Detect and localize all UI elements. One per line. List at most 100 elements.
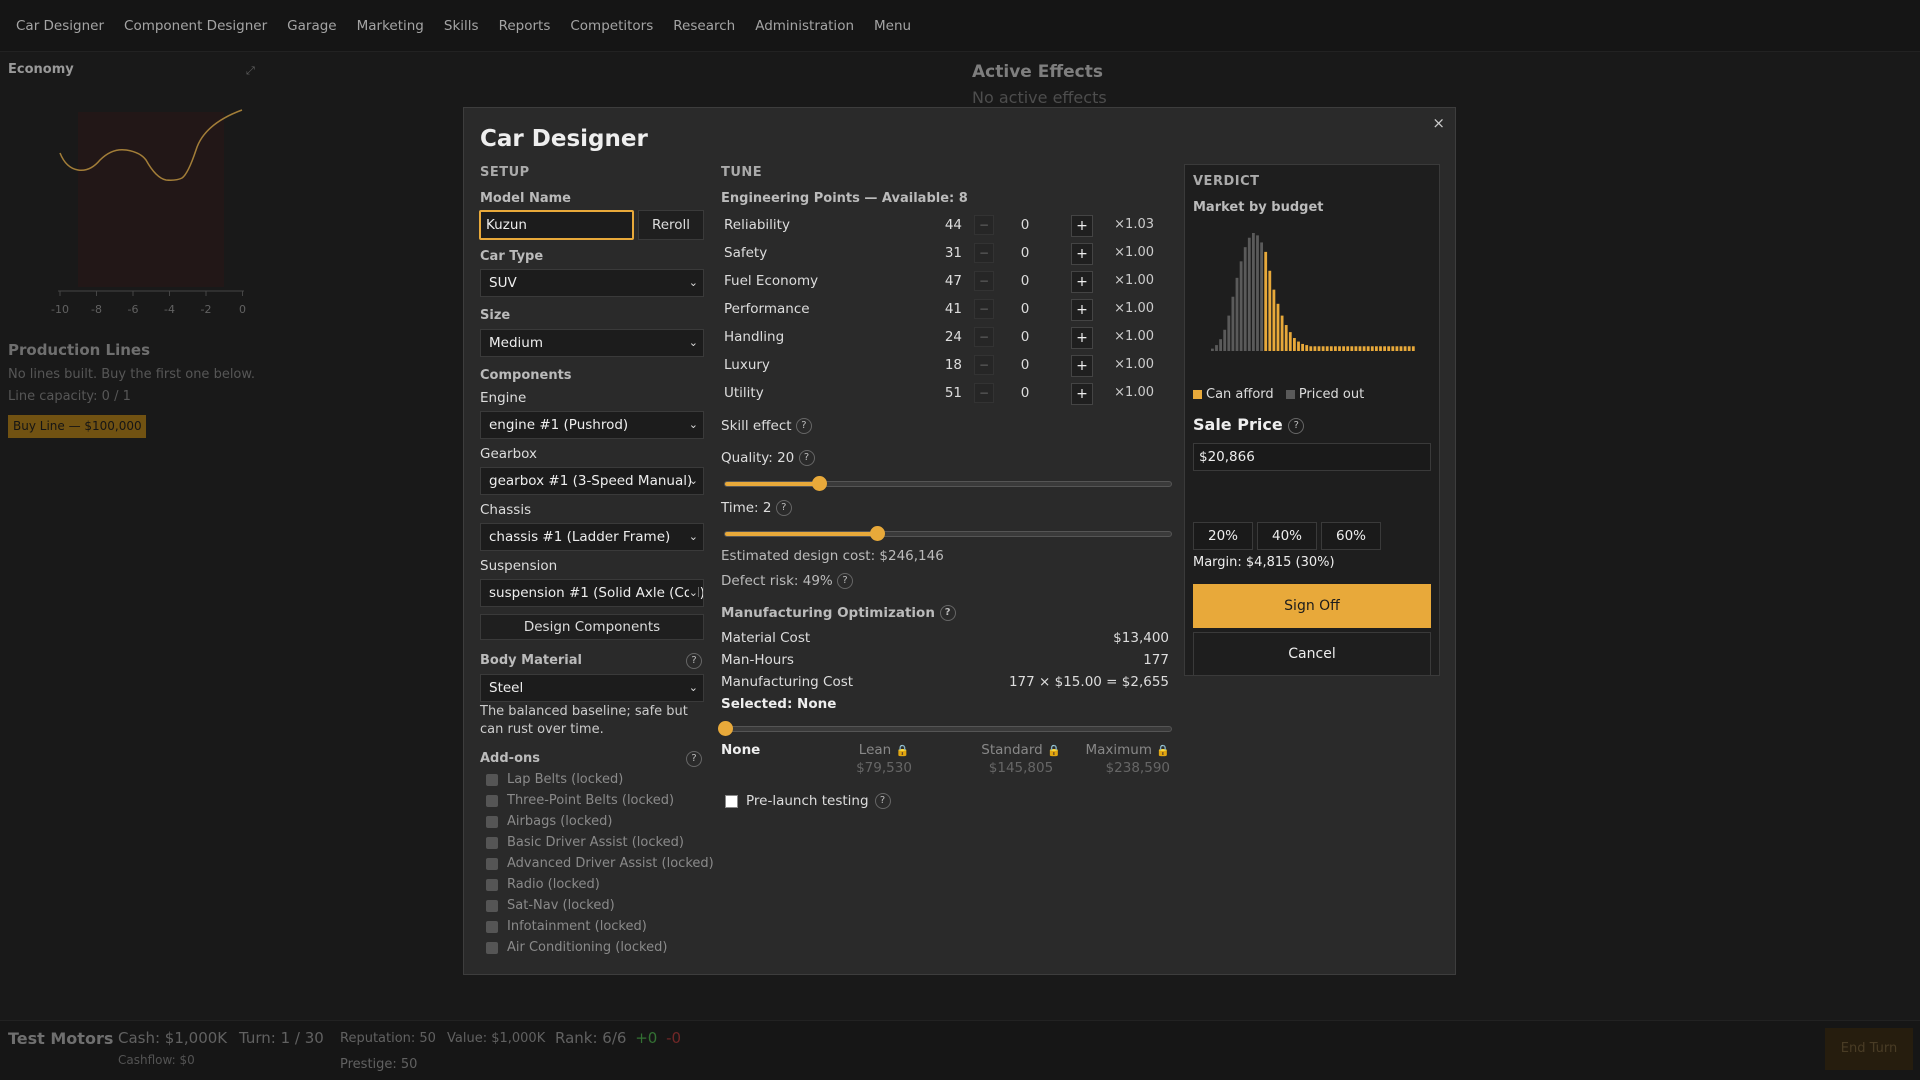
quality-slider[interactable] (724, 476, 1172, 491)
close-icon[interactable]: × (1432, 114, 1445, 132)
decrease-button[interactable]: − (974, 271, 994, 291)
increase-button[interactable]: + (1071, 383, 1093, 405)
x-tick-label: -2 (201, 303, 212, 316)
histogram-bar (1334, 346, 1337, 351)
nav-marketing[interactable]: Marketing (357, 18, 424, 34)
body-material-select[interactable]: Steel ⌄ (480, 674, 704, 702)
increase-button[interactable]: + (1071, 271, 1093, 293)
opt-none[interactable]: None (721, 742, 760, 758)
skill-effect-label: Skill effect ? (721, 418, 812, 434)
buy-line-button[interactable]: Buy Line — $100,000 (8, 415, 146, 438)
engine-select[interactable]: engine #1 (Pushrod) ⌄ (480, 411, 704, 439)
nav-component-designer[interactable]: Component Designer (124, 18, 267, 34)
end-turn-button[interactable]: End Turn (1825, 1028, 1913, 1070)
x-tick-label: -6 (128, 303, 139, 316)
stat-row-luxury: Luxury 18− 0 + ×1.00 (724, 355, 1154, 377)
increase-button[interactable]: + (1071, 215, 1093, 237)
increase-button[interactable]: + (1071, 299, 1093, 321)
prelaunch-checkbox[interactable] (725, 794, 738, 808)
histogram-bar (1379, 346, 1382, 351)
nav-car-designer[interactable]: Car Designer (16, 18, 104, 34)
histogram-bar (1223, 329, 1227, 351)
addon-label: Airbags (locked) (507, 814, 613, 829)
opt-standard[interactable]: Standard 🔒 (971, 742, 1071, 758)
addon-checkbox (486, 920, 498, 933)
nav-skills[interactable]: Skills (444, 18, 479, 34)
margin-40-button[interactable]: 40% (1257, 522, 1317, 550)
margin-20-button[interactable]: 20% (1193, 522, 1253, 550)
reroll-button[interactable]: Reroll (638, 210, 704, 240)
histogram-bar (1305, 345, 1309, 351)
opt-lean[interactable]: Lean 🔒 (844, 742, 924, 758)
stat-row-safety: Safety 31− 0 + ×1.00 (724, 243, 1154, 265)
x-tick-label: 0 (239, 303, 246, 316)
help-icon[interactable]: ? (1288, 417, 1305, 434)
chevron-down-icon: ⌄ (688, 418, 698, 431)
mfg-heading: Manufacturing Optimization ? (721, 605, 956, 621)
material-cost-label: Material Cost (721, 630, 811, 646)
help-icon[interactable]: ? (837, 573, 854, 589)
chevron-down-icon: ⌄ (688, 580, 698, 606)
nav-garage[interactable]: Garage (287, 18, 336, 34)
skill-effect-text: Skill effect (721, 418, 792, 434)
help-icon[interactable]: ? (939, 605, 956, 621)
nav-administration[interactable]: Administration (755, 18, 854, 34)
decrease-button[interactable]: − (974, 243, 994, 263)
help-icon[interactable]: ? (686, 751, 702, 767)
opt-maximum[interactable]: Maximum 🔒 (1064, 742, 1170, 758)
mfg-cost-label: Manufacturing Cost (721, 674, 854, 690)
stat-value: 47 (944, 273, 962, 289)
car-type-select[interactable]: SUV ⌄ (480, 269, 704, 297)
histogram-bar (1383, 346, 1386, 351)
optimization-slider[interactable] (718, 721, 1172, 736)
engine-label: Engine (480, 390, 527, 406)
stat-multiplier: ×1.00 (1114, 273, 1154, 288)
gearbox-select[interactable]: gearbox #1 (3-Speed Manual) ⌄ (480, 467, 704, 495)
size-select[interactable]: Medium ⌄ (480, 329, 704, 357)
nav-competitors[interactable]: Competitors (570, 18, 653, 34)
increase-button[interactable]: + (1071, 327, 1093, 349)
help-icon[interactable]: ? (686, 653, 702, 669)
time-thumb[interactable] (869, 526, 885, 541)
margin-60-button[interactable]: 60% (1321, 522, 1381, 550)
expand-icon[interactable]: ⤢ (246, 64, 258, 77)
mfg-cost-value: 177 × $15.00 = $2,655 (1008, 674, 1169, 690)
addon-checkbox (486, 857, 498, 870)
optimization-thumb[interactable] (718, 721, 733, 736)
turn: Turn: 1 / 30 (239, 1029, 324, 1047)
stat-points: 0 (1020, 329, 1030, 345)
components-label: Components (480, 368, 572, 383)
increase-button[interactable]: + (1071, 243, 1093, 265)
gearbox-label: Gearbox (480, 446, 537, 462)
cancel-button[interactable]: Cancel (1193, 632, 1431, 676)
help-icon[interactable]: ? (775, 500, 792, 516)
prelaunch-row: Pre-launch testing ? (725, 793, 891, 809)
help-icon[interactable]: ? (874, 793, 891, 809)
chassis-select[interactable]: chassis #1 (Ladder Frame) ⌄ (480, 523, 704, 551)
sale-price-input[interactable]: $20,866 (1193, 443, 1431, 471)
help-icon[interactable]: ? (798, 450, 815, 466)
nav-menu[interactable]: Menu (874, 18, 911, 34)
engine-value: engine #1 (Pushrod) (489, 417, 629, 433)
stat-row-reliability: Reliability 44− 0 + ×1.03 (724, 215, 1154, 237)
time-slider[interactable] (724, 526, 1172, 541)
decrease-button[interactable]: − (974, 327, 994, 347)
model-name-input[interactable]: Kuzun (479, 210, 634, 240)
help-icon[interactable]: ? (795, 418, 812, 434)
nav-reports[interactable]: Reports (499, 18, 551, 34)
histogram-bar (1375, 346, 1378, 351)
sign-off-button[interactable]: Sign Off (1193, 584, 1431, 628)
decrease-button[interactable]: − (974, 383, 994, 403)
decrease-button[interactable]: − (974, 299, 994, 319)
increase-button[interactable]: + (1071, 355, 1093, 377)
decrease-button[interactable]: − (974, 215, 994, 235)
decrease-button[interactable]: − (974, 355, 994, 375)
stat-multiplier: ×1.00 (1114, 245, 1154, 260)
active-effects-empty: No active effects (972, 88, 1107, 107)
stat-name: Luxury (724, 357, 770, 373)
design-components-button[interactable]: Design Components (480, 614, 704, 640)
nav-research[interactable]: Research (673, 18, 735, 34)
x-tick-label: -8 (91, 303, 102, 316)
suspension-select[interactable]: suspension #1 (Solid Axle (Coil)) ⌄ (480, 579, 704, 607)
quality-thumb[interactable] (811, 476, 827, 491)
